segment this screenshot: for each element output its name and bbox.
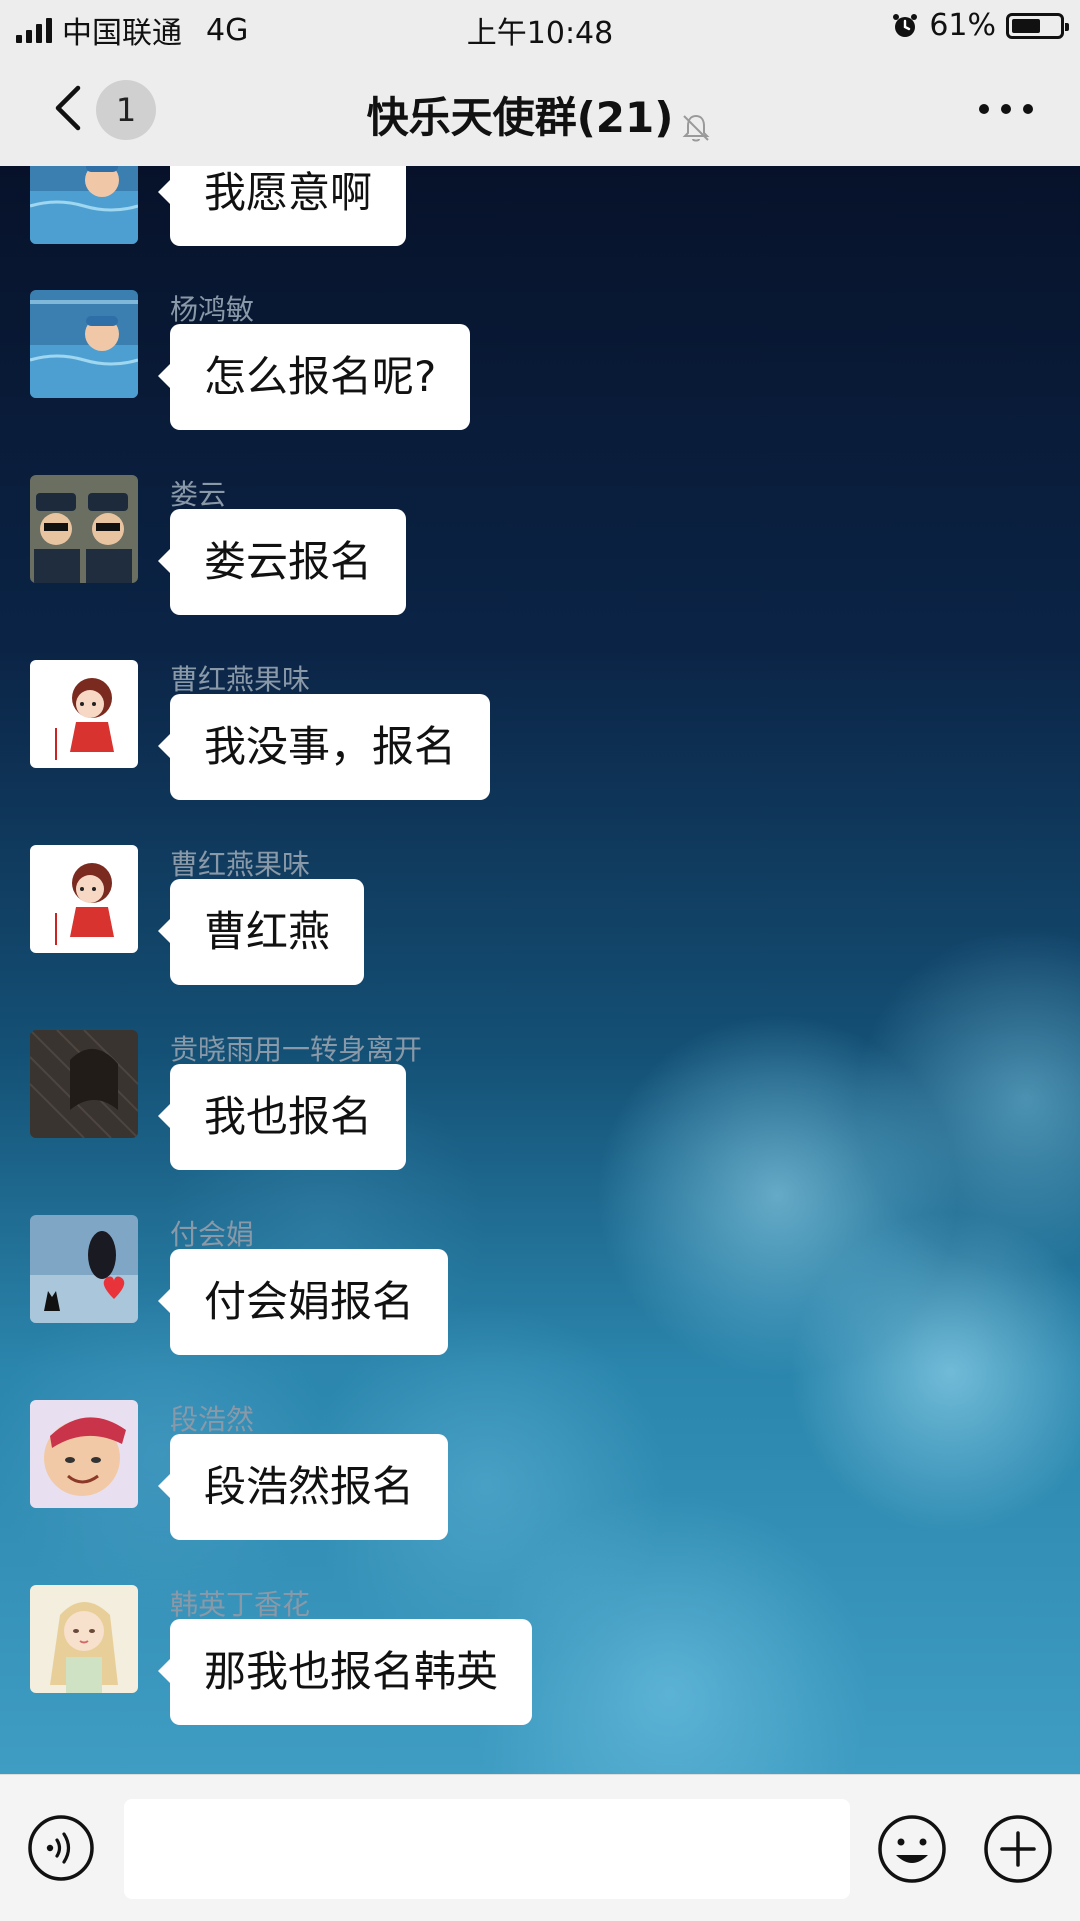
message-bubble[interactable]: 付会娟报名 bbox=[157, 1249, 449, 1355]
sender-name: 付会娟 bbox=[170, 1218, 255, 1251]
plus-icon[interactable] bbox=[982, 1813, 1054, 1885]
message-text: 我也报名 bbox=[204, 1092, 373, 1141]
message-bubble[interactable]: 怎么报名呢? bbox=[157, 324, 471, 430]
avatar-image bbox=[30, 1400, 138, 1508]
avatar[interactable] bbox=[30, 660, 138, 768]
status-time: 上午10:48 bbox=[466, 16, 614, 51]
sender-name: 曹红燕果味 bbox=[170, 663, 311, 696]
chat-header: 1 快乐天使群(21) bbox=[0, 54, 1080, 167]
alarm-icon bbox=[893, 13, 918, 37]
battery-icon bbox=[1006, 12, 1069, 39]
avatar[interactable] bbox=[30, 290, 138, 398]
avatar-image bbox=[30, 1030, 138, 1138]
avatar[interactable] bbox=[30, 475, 138, 583]
message-bubble[interactable]: 段浩然报名 bbox=[157, 1434, 449, 1540]
message-text: 怎么报名呢? bbox=[204, 352, 437, 401]
message-bubble[interactable]: 我也报名 bbox=[157, 1064, 407, 1170]
avatar-image bbox=[30, 1585, 138, 1693]
message-bubble[interactable]: 娄云报名 bbox=[157, 509, 407, 615]
title-wrap: 快乐天使群(21) bbox=[0, 84, 1080, 145]
avatar[interactable] bbox=[30, 1215, 138, 1323]
message-text: 付会娟报名 bbox=[204, 1277, 415, 1326]
sender-name: 曹红燕果味 bbox=[170, 848, 311, 881]
message-text: 我没事，报名 bbox=[204, 722, 457, 771]
avatar[interactable] bbox=[30, 1030, 138, 1138]
status-bar: 中国联通 4G 上午10:48 61% bbox=[0, 0, 1080, 54]
avatar[interactable] bbox=[30, 166, 138, 244]
avatar[interactable] bbox=[30, 845, 138, 953]
sender-name: 娄云 bbox=[170, 478, 227, 511]
sender-name: 韩英丁香花 bbox=[170, 1588, 311, 1621]
avatar-image bbox=[30, 475, 138, 583]
sender-name: 段浩然 bbox=[170, 1403, 255, 1436]
message-input[interactable] bbox=[124, 1799, 850, 1899]
status-right: 61% bbox=[891, 8, 1069, 43]
page-title: 快乐天使群(21) bbox=[366, 93, 674, 142]
message-bubble[interactable]: 那我也报名韩英 bbox=[157, 1619, 533, 1725]
avatar-image bbox=[30, 845, 138, 953]
battery-percent: 61% bbox=[929, 8, 996, 43]
emoji-icon[interactable] bbox=[876, 1813, 948, 1885]
chat-message-list[interactable]: 我愿意啊 杨鸿敏 怎么报名呢? 娄云 娄云报名 曹红燕果味 我没事，报名 曹红燕… bbox=[0, 166, 1080, 1774]
avatar[interactable] bbox=[30, 1400, 138, 1508]
message-text: 我愿意啊 bbox=[204, 168, 373, 217]
message-bubble[interactable]: 我没事，报名 bbox=[157, 694, 491, 800]
voice-icon[interactable] bbox=[26, 1813, 96, 1883]
avatar-image bbox=[30, 166, 138, 244]
more-dots-icon[interactable] bbox=[976, 94, 1036, 124]
message-bubble[interactable]: 我愿意啊 bbox=[157, 166, 407, 246]
bell-muted-icon bbox=[683, 114, 710, 141]
sender-name: 贵晓雨用一转身离开 bbox=[170, 1033, 423, 1066]
message-text: 曹红燕 bbox=[204, 907, 331, 956]
message-text: 段浩然报名 bbox=[204, 1462, 415, 1511]
avatar-image bbox=[30, 660, 138, 768]
avatar-image bbox=[30, 290, 138, 398]
avatar[interactable] bbox=[30, 1585, 138, 1693]
message-text: 娄云报名 bbox=[204, 537, 373, 586]
message-bubble[interactable]: 曹红燕 bbox=[157, 879, 365, 985]
message-input-bar bbox=[0, 1774, 1080, 1921]
avatar-image bbox=[30, 1215, 138, 1323]
message-text: 那我也报名韩英 bbox=[204, 1647, 499, 1696]
sender-name: 杨鸿敏 bbox=[170, 293, 255, 326]
